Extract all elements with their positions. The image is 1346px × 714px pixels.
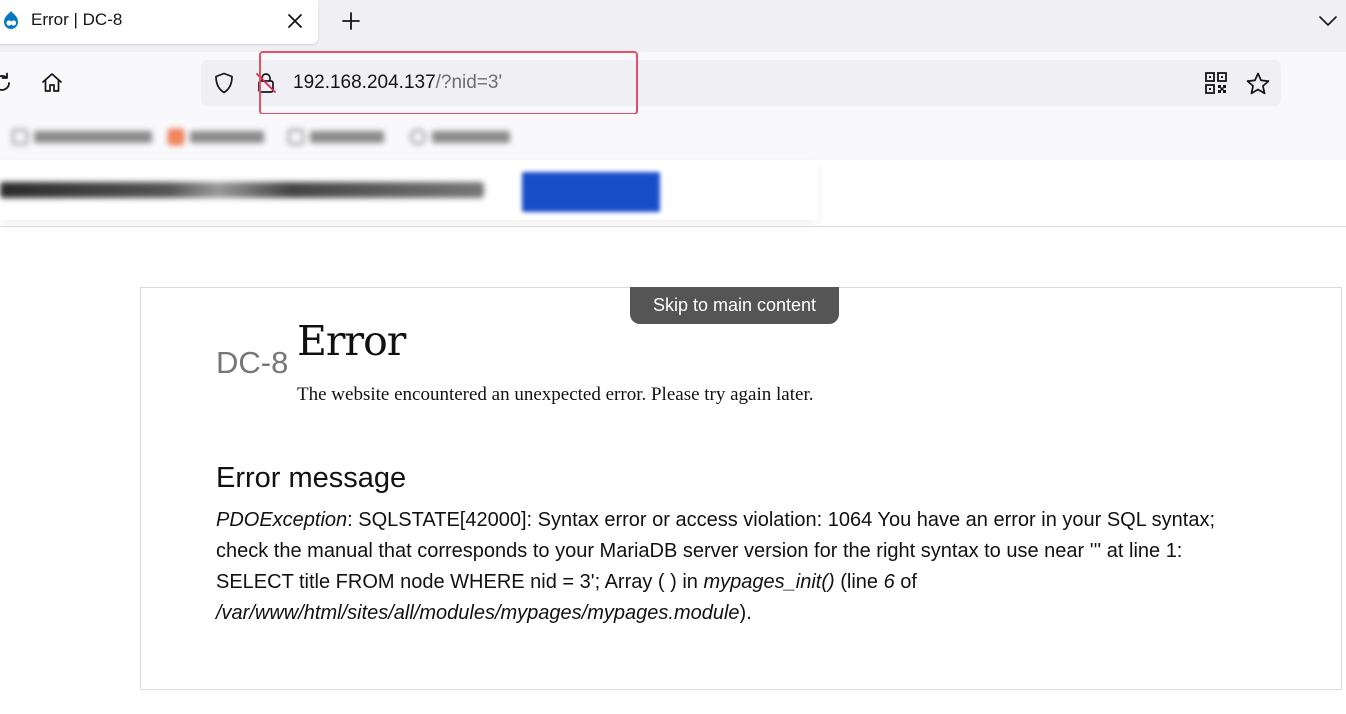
tab-strip: Error | DC-8 [0,0,1346,52]
of-text: of [894,571,917,593]
navigation-toolbar: 192.168.204.137/?nid=3' [0,52,1346,114]
notification-bar [0,160,818,220]
error-message-body: PDOException: SQLSTATE[42000]: Syntax er… [216,505,1256,629]
bookmark-item[interactable] [168,126,264,148]
star-icon[interactable] [1245,71,1271,97]
bookmark-item[interactable] [288,126,384,148]
tab-title: Error | DC-8 [31,10,123,29]
bookmark-icon [12,129,28,145]
error-intro-text: The website encountered an unexpected er… [297,384,814,405]
home-icon[interactable] [40,71,64,95]
browser-tab-active[interactable]: Error | DC-8 [0,0,318,44]
plus-icon[interactable] [339,9,363,33]
bookmark-icon [288,129,304,145]
function-name: mypages_init() [703,571,835,593]
divider [0,226,1346,227]
line-number: 6 [883,571,895,593]
bookmark-item[interactable] [12,126,152,148]
page-title: Error [297,317,406,365]
exception-name: PDOException [216,509,348,531]
error-message-heading: Error message [216,462,407,494]
qr-code-icon[interactable] [1204,71,1228,95]
close-icon[interactable] [284,10,306,32]
notification-text [0,182,484,198]
notification-button[interactable] [522,172,660,212]
drupal-icon [4,11,18,29]
reload-icon[interactable] [0,71,14,95]
line-prefix-text: (line [834,571,884,593]
url-highlight-annotation [259,51,638,115]
site-name-link[interactable]: DC-8 [216,345,288,381]
chevron-down-icon[interactable] [1316,9,1340,33]
suffix-text: ). [739,602,752,624]
bookmark-item[interactable] [410,126,510,148]
bookmark-icon [168,129,184,145]
shield-icon[interactable] [212,71,236,95]
bookmarks-toolbar [0,114,1346,160]
bookmark-icon [410,129,426,145]
file-path: /var/www/html/sites/all/modules/mypages/… [216,602,740,624]
skip-to-main-content-link[interactable]: Skip to main content [630,287,839,324]
